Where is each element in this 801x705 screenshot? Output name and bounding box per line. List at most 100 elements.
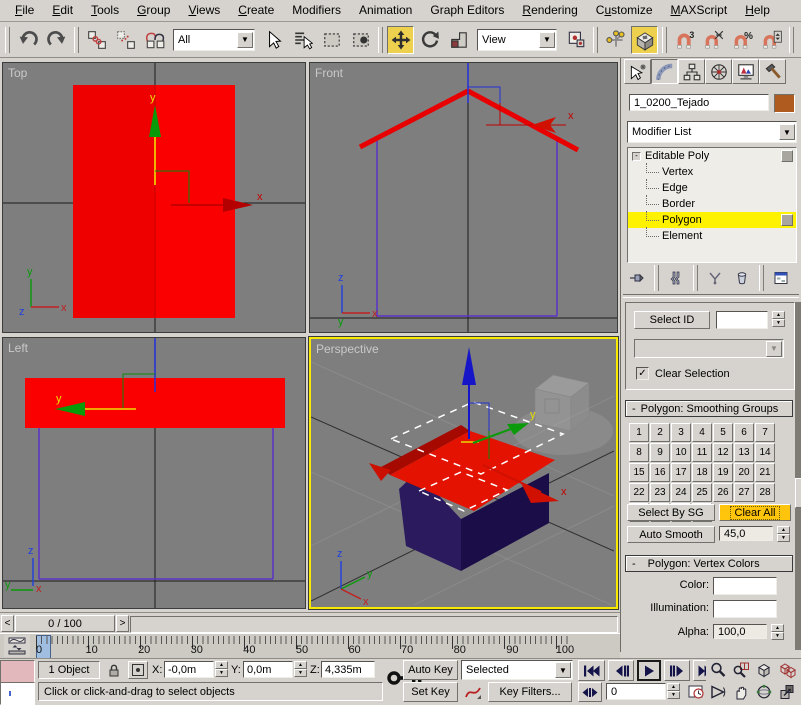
sg-button[interactable]: 20 — [734, 463, 754, 482]
viewport-top-label[interactable]: Top — [8, 66, 27, 80]
sg-button[interactable]: 1 — [629, 423, 649, 442]
toolbar-grip[interactable] — [378, 27, 383, 53]
spinner-up-icon[interactable]: ▲ — [215, 661, 228, 669]
sg-button[interactable]: 7 — [755, 423, 775, 442]
x-coord-spinner[interactable]: ▲▼ — [215, 661, 228, 677]
tab-create[interactable] — [624, 59, 651, 84]
set-key-button[interactable]: Set Key — [403, 682, 458, 702]
menu-item[interactable]: File — [6, 1, 43, 20]
sg-button[interactable]: 14 — [755, 443, 775, 462]
spinner-down-icon[interactable]: ▼ — [772, 319, 785, 327]
object-name-field[interactable]: 1_0200_Tejado — [629, 94, 769, 111]
sg-button[interactable]: 25 — [692, 483, 712, 502]
left-viewport-canvas[interactable]: y z y x — [3, 338, 305, 608]
menu-item[interactable]: Edit — [43, 1, 82, 20]
top-viewport-canvas[interactable]: y x y x z — [3, 63, 305, 332]
sg-button[interactable]: 22 — [629, 483, 649, 502]
time-slider-next-button[interactable]: > — [116, 615, 129, 632]
menu-item[interactable]: Help — [736, 1, 779, 20]
y-coord-spinner[interactable]: ▲▼ — [294, 661, 307, 677]
sg-button[interactable]: 9 — [650, 443, 670, 462]
reference-coordinate-dropdown[interactable]: View ▼ — [477, 29, 557, 51]
rectangular-selection-region-button[interactable] — [318, 26, 345, 54]
gizmo-x-arrowhead[interactable] — [223, 198, 253, 212]
sg-button[interactable]: 15 — [629, 463, 649, 482]
spinner-up-icon[interactable]: ▲ — [294, 661, 307, 669]
menu-item[interactable]: Graph Editors — [421, 1, 513, 20]
use-pivot-center-button[interactable] — [562, 26, 589, 54]
sg-button[interactable]: 28 — [755, 483, 775, 502]
show-end-result-button[interactable] — [664, 268, 688, 288]
rollout-smoothing-groups[interactable]: - Polygon: Smoothing Groups — [625, 400, 793, 417]
select-and-rotate-button[interactable] — [416, 26, 443, 54]
sg-button[interactable]: 10 — [671, 443, 691, 462]
play-animation-button[interactable] — [637, 660, 661, 681]
sg-button[interactable]: 11 — [692, 443, 712, 462]
key-filters-button[interactable]: Key Filters... — [488, 682, 572, 702]
alpha-spinner[interactable]: ▲▼ — [771, 624, 784, 640]
select-and-manipulate-button[interactable] — [602, 26, 629, 54]
min-max-toggle-button[interactable] — [775, 681, 798, 703]
sg-button[interactable]: 6 — [734, 423, 754, 442]
viewport-top[interactable]: Top y x y x z — [2, 62, 306, 333]
illumination-swatch[interactable] — [713, 600, 777, 618]
window-crossing-button[interactable] — [347, 26, 374, 54]
stack-item-border[interactable]: Border — [628, 196, 796, 212]
next-frame-button[interactable] — [664, 660, 690, 681]
spinner-up-icon[interactable]: ▲ — [667, 683, 680, 691]
time-slider-handle[interactable]: 0 / 100 — [15, 615, 115, 632]
spinner-up-icon[interactable]: ▲ — [777, 526, 790, 534]
time-slider-prev-button[interactable]: < — [1, 615, 14, 632]
sg-button[interactable]: 21 — [755, 463, 775, 482]
default-in-out-tangents-button[interactable] — [461, 682, 484, 702]
stack-item-vertex[interactable]: Vertex — [628, 164, 796, 180]
tab-utilities[interactable] — [759, 59, 786, 84]
redo-button[interactable] — [43, 26, 70, 54]
menu-item[interactable]: Modifiers — [283, 1, 350, 20]
auto-smooth-button[interactable]: Auto Smooth — [627, 526, 715, 543]
dropdown-arrow-icon[interactable]: ▼ — [237, 32, 253, 48]
stack-item-polygon-selected[interactable]: Polygon — [628, 212, 796, 228]
toolbar-grip[interactable] — [662, 27, 667, 53]
sg-button[interactable]: 26 — [713, 483, 733, 502]
collapse-box-icon[interactable]: - — [632, 152, 641, 161]
select-and-scale-button[interactable] — [445, 26, 472, 54]
stack-item-element[interactable]: Element — [628, 228, 796, 244]
select-and-link-button[interactable] — [83, 26, 110, 54]
menu-item[interactable]: MAXScript — [662, 1, 737, 20]
spinner-down-icon[interactable]: ▼ — [215, 669, 228, 677]
gizmo-z-arrowhead[interactable] — [462, 347, 476, 385]
tab-motion[interactable] — [705, 59, 732, 84]
zoom-extents-all-button[interactable] — [775, 659, 798, 681]
previous-frame-button[interactable] — [608, 660, 634, 681]
alpha-field[interactable]: 100,0 — [713, 624, 767, 639]
viewport-front[interactable]: Front x z x y — [309, 62, 618, 333]
tab-hierarchy[interactable] — [678, 59, 705, 84]
y-coord-field[interactable]: 0,0m — [243, 661, 293, 678]
tab-display[interactable] — [732, 59, 759, 84]
modifier-list-dropdown[interactable]: Modifier List ▼ — [627, 121, 797, 143]
spinner-snap-toggle-button[interactable] — [758, 26, 785, 54]
configure-modifier-sets-button[interactable] — [769, 268, 793, 288]
dropdown-arrow-icon[interactable]: ▼ — [766, 341, 782, 357]
clear-all-button[interactable]: Clear All — [719, 504, 791, 521]
dropdown-arrow-icon[interactable]: ▼ — [539, 32, 555, 48]
menu-item[interactable]: Tools — [82, 1, 128, 20]
viewport-left[interactable]: Left y z y x — [2, 337, 306, 609]
selection-filter-dropdown[interactable]: All ▼ — [173, 29, 255, 51]
sg-button[interactable]: 13 — [734, 443, 754, 462]
snaps-toggle-button[interactable] — [631, 26, 658, 54]
sg-button[interactable]: 5 — [713, 423, 733, 442]
maxscript-mini-listener-pink[interactable] — [0, 660, 35, 683]
rollout-collapse-icon[interactable]: - — [632, 403, 636, 415]
viewport-perspective[interactable]: Perspective — [309, 337, 618, 609]
spinner-down-icon[interactable]: ▼ — [777, 534, 790, 542]
arc-rotate-button[interactable] — [752, 681, 775, 703]
bind-to-spacewarp-button[interactable] — [141, 26, 168, 54]
current-frame-field[interactable]: 0 — [606, 683, 666, 700]
key-mode-toggle-button[interactable] — [578, 682, 602, 702]
select-by-sg-button[interactable]: Select By SG — [627, 504, 715, 521]
key-mode-dropdown[interactable]: Selected ▼ — [461, 660, 573, 680]
selected-roof-front[interactable] — [360, 91, 578, 150]
stack-item-edge[interactable]: Edge — [628, 180, 796, 196]
